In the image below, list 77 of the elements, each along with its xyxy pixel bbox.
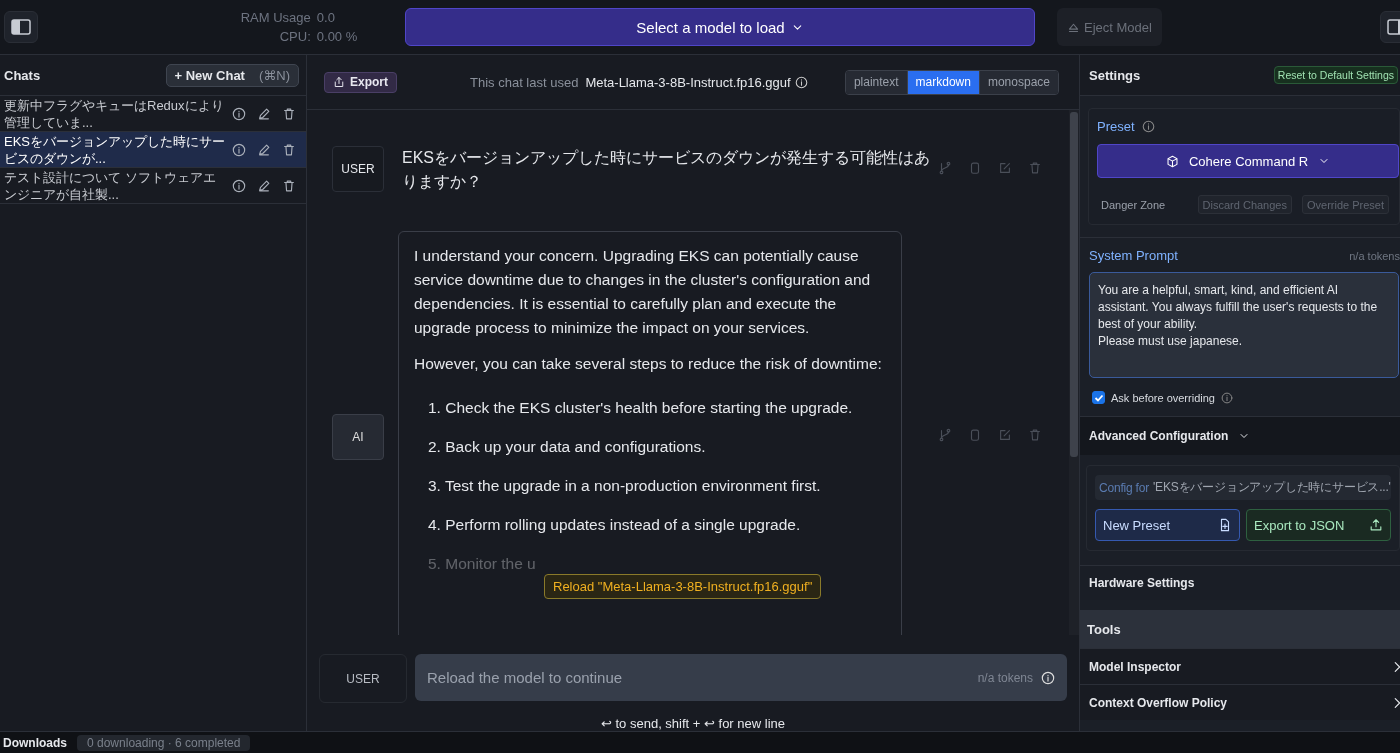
list-item: 3. Test the upgrade in a non-production environment first. <box>428 476 822 496</box>
new-preset-button[interactable]: New Preset <box>1095 509 1240 541</box>
ram-value: 0.0 <box>316 10 335 25</box>
clipboard-icon <box>968 161 982 175</box>
sidebar-icon <box>11 19 31 35</box>
upload-icon <box>1369 518 1383 532</box>
format-tab[interactable]: plaintext <box>845 70 908 94</box>
config-for-value: 'EKSをバージョンアップした時にサービス...' <box>1153 479 1391 496</box>
system-prompt-field[interactable]: You are a helpful, smart, kind, and efficient AI assistant. You always fulfill the user's requests to the best of your ability. Please must use japanese. <box>1089 272 1399 378</box>
message-paragraph: I understand your concern. Upgrading EKS can potentially cause service downtime due to changes in the cluster's configuration and dependencies. It is essential to carefully plan and execute the upgrade process to minimize the impact on your services. <box>414 246 872 338</box>
tool-item[interactable]: Model Inspector <box>1080 648 1400 684</box>
model-name: Meta-Llama-3-8B-Instruct.fp16.gguf <box>585 74 791 90</box>
model-select[interactable]: Select a model to load <box>405 8 1035 46</box>
tool-item[interactable]: Context Overflow Policy <box>1080 684 1400 720</box>
tooltip: Reload "Meta-Llama-3-8B-Instruct.fp16.gguf" <box>544 574 822 599</box>
system-prompt-label: System Prompt <box>1089 248 1178 263</box>
role-label: USER <box>319 654 407 703</box>
info-icon <box>232 178 246 193</box>
checkbox-label: Ask before overriding <box>1111 391 1215 404</box>
export-json-button[interactable]: Export to JSON <box>1246 509 1391 541</box>
role-label: USER <box>332 146 384 192</box>
sidebar-title: Chats <box>4 67 41 83</box>
info-icon <box>1141 120 1155 133</box>
tools-header: Tools <box>1080 610 1400 648</box>
advanced-config-header[interactable]: Advanced Configuration <box>1080 416 1400 455</box>
checkbox[interactable] <box>1092 391 1105 404</box>
cpu-value: 0.00 % <box>316 29 358 44</box>
branch-icon <box>938 161 952 175</box>
info-icon <box>1041 670 1055 685</box>
preset-label: Preset <box>1097 119 1135 134</box>
info-icon <box>794 75 808 89</box>
share-icon <box>333 76 345 88</box>
pencil-icon <box>257 178 271 193</box>
info-icon <box>232 142 246 157</box>
pencil-icon <box>257 142 271 157</box>
list-item: 1. Check the EKS cluster's health before starting the upgrade. <box>428 398 854 418</box>
cpu-label: CPU: <box>279 29 311 44</box>
user-message: EKSをバージョンアップした時にサービスのダウンが発生する可能性はありますか？ <box>402 148 931 192</box>
scrollbar-thumb[interactable] <box>1070 112 1078 457</box>
trash-icon <box>282 178 296 193</box>
format-tab[interactable]: monospace <box>979 70 1058 94</box>
last-used-label: This chat last used <box>470 74 579 90</box>
config-for-label: Config for <box>1099 480 1150 495</box>
downloads-status: 0 downloading · 6 completed <box>77 735 251 751</box>
export-button[interactable]: Export <box>324 71 397 93</box>
message-paragraph: However, you can take several steps to reduce the risk of downtime: <box>414 354 883 374</box>
input-hint: ↩ to send, shift + ↩ for new line <box>600 716 786 731</box>
trash-icon <box>1028 428 1042 442</box>
cube-icon <box>1165 154 1179 168</box>
format-tab[interactable]: markdown <box>907 70 980 94</box>
branch-icon <box>938 428 952 442</box>
trash-icon <box>282 106 296 121</box>
downloads-title: Downloads <box>3 736 67 750</box>
list-item: 2. Back up your data and configurations. <box>428 437 707 457</box>
sidebar-toggle[interactable] <box>4 11 38 43</box>
list-item: 5. Monitor the u <box>428 554 537 574</box>
token-count: n/a tokens <box>1349 249 1400 262</box>
chat-item[interactable]: EKSをバージョンアップした時にサービスのダウンが... <box>0 132 306 168</box>
info-icon <box>1220 391 1233 404</box>
reset-button[interactable]: Reset to Default Settings <box>1273 66 1398 84</box>
trash-icon <box>282 142 296 157</box>
pencil-icon <box>257 106 271 121</box>
new-chat-button[interactable]: + New Chat (⌘N) <box>165 63 299 87</box>
danger-zone-label: Danger Zone <box>1100 198 1167 211</box>
settings-title: Settings <box>1089 67 1141 83</box>
role-label: AI <box>332 414 384 460</box>
trash-icon <box>1028 161 1042 175</box>
info-icon <box>232 106 246 121</box>
ram-label: RAM Usage <box>240 10 311 25</box>
edit-icon <box>998 161 1012 175</box>
preset-select[interactable]: Cohere Command R <box>1097 144 1399 178</box>
edit-icon <box>998 428 1012 442</box>
token-count: n/a tokens <box>977 670 1033 685</box>
clipboard-icon <box>968 428 982 442</box>
list-item: 4. Perform rolling updates instead of a single upgrade. <box>428 515 802 535</box>
chat-item[interactable]: テスト設計について ソフトウェアエンジニアが自社製... <box>0 168 306 204</box>
file-plus-icon <box>1218 518 1232 532</box>
